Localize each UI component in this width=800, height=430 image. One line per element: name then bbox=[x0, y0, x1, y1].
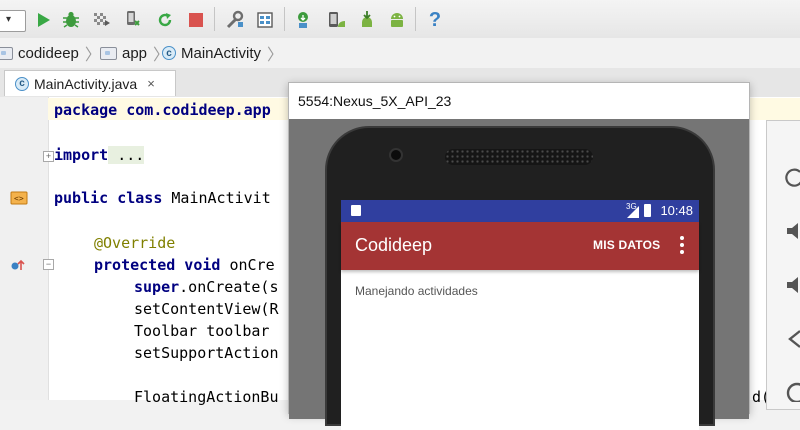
stop-icon[interactable] bbox=[185, 9, 207, 31]
folder-icon bbox=[0, 46, 13, 60]
class-icon: c bbox=[15, 76, 29, 91]
rerun-icon[interactable] bbox=[154, 9, 176, 31]
run-config-dropdown[interactable]: ▾ bbox=[0, 10, 26, 32]
emulator-window[interactable]: 5554:Nexus_5X_API_23 3G 10:48 Codideep M… bbox=[288, 82, 750, 430]
speaker-grille bbox=[445, 149, 593, 165]
battery-icon bbox=[644, 204, 651, 217]
code-line: @Override bbox=[94, 232, 175, 254]
front-camera-icon bbox=[389, 148, 403, 162]
rotate-icon[interactable] bbox=[783, 165, 800, 189]
breadcrumb-item-module[interactable]: app 〉 bbox=[100, 44, 169, 64]
activity-content-text: Manejando actividades bbox=[355, 284, 478, 298]
code-folded-imports[interactable]: ... bbox=[108, 146, 145, 164]
code-keyword: protected void bbox=[94, 256, 221, 274]
emulator-control-panel bbox=[766, 120, 800, 410]
status-time: 10:48 bbox=[660, 203, 693, 218]
apply-changes-icon[interactable] bbox=[122, 9, 144, 31]
chevron-down-icon: ▾ bbox=[6, 14, 12, 25]
code-line: FloatingActionBu bbox=[134, 388, 279, 406]
chevron-right-icon: 〉 bbox=[84, 47, 101, 64]
breadcrumb-item-class[interactable]: c MainActivity 〉 bbox=[162, 44, 284, 64]
close-icon[interactable]: × bbox=[147, 76, 155, 91]
emulator-window-title: 5554:Nexus_5X_API_23 bbox=[298, 93, 452, 109]
phone-frame: 3G 10:48 Codideep MIS DATOS Manejando ac… bbox=[325, 126, 715, 430]
code-line: import ... bbox=[54, 144, 145, 166]
volume-down-icon[interactable] bbox=[783, 273, 800, 297]
back-icon[interactable] bbox=[783, 327, 800, 351]
code-keyword: import bbox=[54, 146, 109, 164]
sd-card-icon bbox=[351, 205, 361, 216]
code-text: MainActivit bbox=[162, 189, 271, 207]
code-line: public class MainActivit bbox=[54, 187, 271, 209]
code-line: package com.codideep.app bbox=[54, 99, 271, 121]
class-icon: c bbox=[162, 46, 176, 60]
toolbar-separator bbox=[284, 7, 285, 31]
volume-icon[interactable] bbox=[783, 219, 800, 243]
chevron-right-icon: 〉 bbox=[267, 47, 284, 64]
override-marker-icon[interactable] bbox=[10, 258, 26, 272]
sdk-manager-icon[interactable] bbox=[254, 9, 276, 31]
android-icon[interactable] bbox=[386, 9, 408, 31]
run-icon[interactable] bbox=[32, 9, 54, 31]
debug-icon[interactable] bbox=[60, 9, 82, 31]
editor-gutter bbox=[0, 97, 49, 400]
fold-expand-icon[interactable]: + bbox=[43, 151, 54, 162]
breadcrumb-label: MainActivity bbox=[181, 44, 262, 62]
tab-label: MainActivity.java bbox=[34, 75, 138, 92]
breadcrumb-item-project[interactable]: codideep 〉 bbox=[0, 44, 101, 64]
home-icon[interactable] bbox=[783, 379, 800, 403]
svg-text:<>: <> bbox=[14, 194, 24, 203]
project-structure-icon[interactable] bbox=[224, 9, 246, 31]
main-toolbar: ▾ ? bbox=[0, 0, 800, 39]
code-line: super.onCreate(s bbox=[134, 276, 279, 298]
code-annotation: @Override bbox=[94, 234, 176, 252]
signal-icon bbox=[627, 205, 639, 223]
fold-collapse-icon[interactable]: − bbox=[43, 259, 54, 270]
code-line: setSupportAction bbox=[134, 344, 279, 362]
code-text: onCre bbox=[220, 256, 275, 274]
navigation-bar: codideep 〉 app 〉 c MainActivity 〉 bbox=[0, 38, 800, 69]
code-keyword: super bbox=[134, 278, 180, 296]
toolbar-separator bbox=[214, 7, 215, 31]
device-screen[interactable]: 3G 10:48 Codideep MIS DATOS Manejando ac… bbox=[341, 200, 699, 430]
breadcrumb-label: codideep bbox=[18, 44, 79, 62]
code-line: protected void onCre bbox=[94, 254, 275, 276]
sync-gradle-icon[interactable] bbox=[292, 9, 314, 31]
folder-icon bbox=[100, 46, 117, 60]
code-package-statement: package com.codideep.app bbox=[54, 101, 271, 119]
android-status-bar: 3G 10:48 bbox=[341, 200, 699, 222]
breadcrumb-label: app bbox=[122, 44, 148, 62]
overflow-menu-icon[interactable] bbox=[679, 236, 685, 256]
attach-debugger-icon[interactable] bbox=[90, 9, 112, 31]
help-icon[interactable]: ? bbox=[424, 9, 446, 31]
avd-manager-icon[interactable] bbox=[326, 9, 348, 31]
tab-mainactivity[interactable]: c MainActivity.java × bbox=[4, 70, 176, 96]
mis-datos-button[interactable]: MIS DATOS bbox=[593, 238, 660, 252]
code-keyword: public class bbox=[54, 189, 163, 207]
app-title: Codideep bbox=[355, 235, 433, 255]
app-toolbar: Codideep MIS DATOS bbox=[341, 222, 699, 270]
code-text: .onCreate(s bbox=[179, 278, 279, 296]
code-line: setContentView(R bbox=[134, 300, 279, 318]
sdk-download-icon[interactable] bbox=[356, 9, 378, 31]
layout-file-icon[interactable]: <> bbox=[10, 191, 28, 205]
toolbar-separator bbox=[415, 7, 416, 31]
code-line: Toolbar toolbar bbox=[134, 322, 270, 340]
